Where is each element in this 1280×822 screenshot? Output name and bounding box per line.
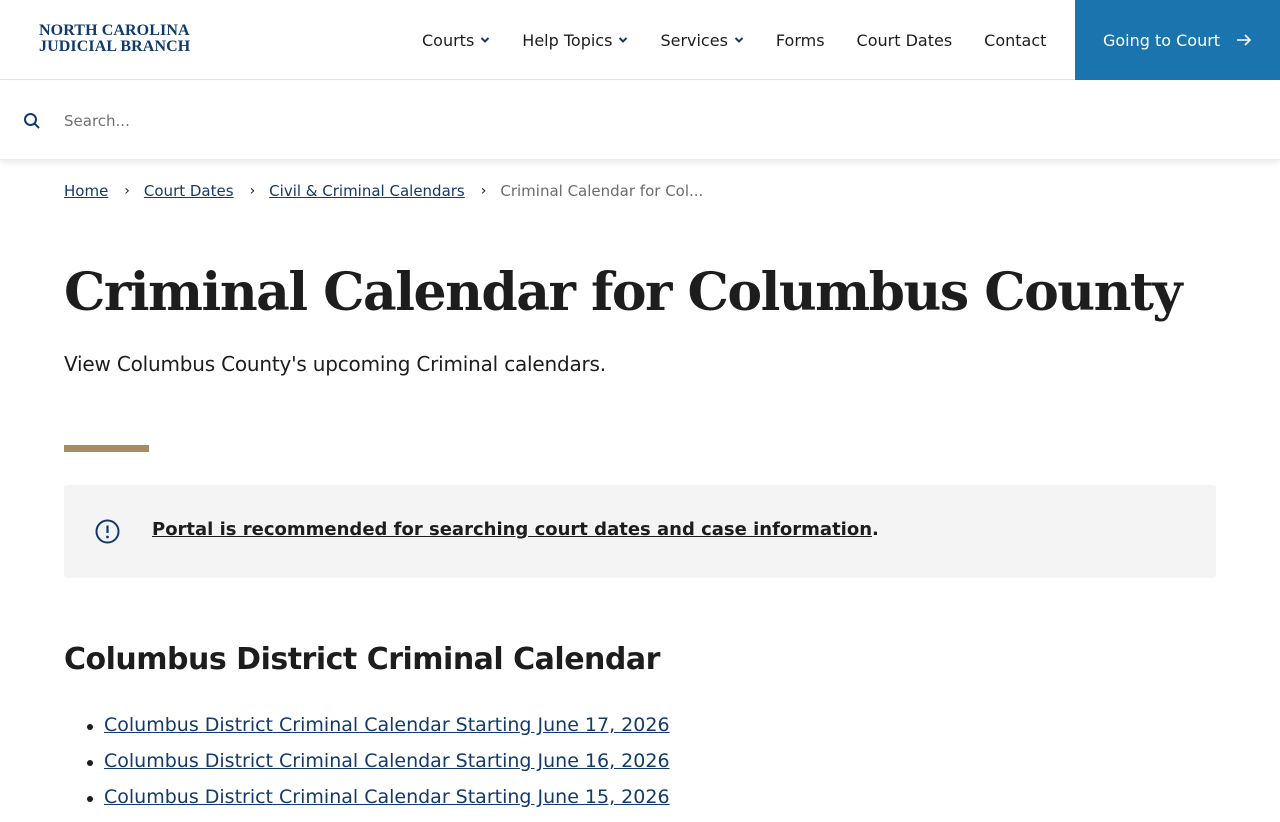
nav-services-label: Services <box>660 30 728 50</box>
list-item: Columbus District Criminal Calendar Star… <box>87 786 670 822</box>
nav-contact[interactable]: Contact <box>984 31 1046 50</box>
nav-court-dates[interactable]: Court Dates <box>857 31 953 50</box>
info-alert: Portal is recommended for searching cour… <box>64 485 1216 578</box>
breadcrumb-court-dates[interactable]: Court Dates <box>144 182 234 200</box>
site-header: NORTH CAROLINA JUDICIAL BRANCH Courts He… <box>0 0 1280 80</box>
breadcrumb-current: Criminal Calendar for Col... <box>500 182 704 200</box>
nav-courts[interactable]: Courts <box>422 31 490 50</box>
nav-help-topics-label: Help Topics <box>522 30 613 50</box>
nav-forms-label: Forms <box>775 30 825 50</box>
alert-circle-icon <box>95 519 120 544</box>
list-item: Columbus District Criminal Calendar Star… <box>87 750 670 786</box>
page-subtitle: View Columbus County's upcoming Criminal… <box>64 352 606 376</box>
chevron-right-icon: › <box>124 183 130 199</box>
nav-court-dates-label: Court Dates <box>856 30 953 50</box>
chevron-down-icon <box>734 37 744 43</box>
section-title: Columbus District Criminal Calendar <box>64 642 660 677</box>
calendar-link[interactable]: Columbus District Criminal Calendar Star… <box>104 786 670 808</box>
chevron-down-icon <box>481 37 490 43</box>
nav-forms[interactable]: Forms <box>776 31 825 50</box>
main-nav: Courts Help Topics Services Forms Court … <box>422 0 1046 80</box>
chevron-down-icon <box>619 37 628 43</box>
search-bar <box>0 81 1280 160</box>
accent-divider <box>64 445 149 452</box>
nav-services[interactable]: Services <box>660 30 744 50</box>
calendar-list: Columbus District Criminal Calendar Star… <box>87 714 670 822</box>
site-logo[interactable]: NORTH CAROLINA JUDICIAL BRANCH <box>39 23 190 55</box>
list-item: Columbus District Criminal Calendar Star… <box>87 714 670 750</box>
arrow-right-icon <box>1237 34 1252 46</box>
calendar-link[interactable]: Columbus District Criminal Calendar Star… <box>104 714 670 736</box>
chevron-right-icon: › <box>480 183 487 199</box>
calendar-link[interactable]: Columbus District Criminal Calendar Star… <box>104 750 670 772</box>
chevron-right-icon: › <box>249 183 256 199</box>
nav-courts-label: Courts <box>422 30 475 50</box>
going-to-court-label: Going to Court <box>1102 30 1221 50</box>
breadcrumb: Home › Court Dates › Civil & Criminal Ca… <box>64 182 703 200</box>
portal-link[interactable]: Portal is recommended for searching cour… <box>152 519 872 540</box>
nav-help-topics[interactable]: Help Topics <box>522 31 628 50</box>
logo-line-1: NORTH CAROLINA <box>39 22 190 39</box>
search-icon[interactable] <box>23 112 41 130</box>
logo-line-2: JUDICIAL BRANCH <box>39 38 191 55</box>
breadcrumb-home[interactable]: Home <box>64 182 108 200</box>
search-input[interactable] <box>64 105 1214 137</box>
alert-trailing: . <box>872 519 879 540</box>
nav-contact-label: Contact <box>984 30 1047 50</box>
page-title: Criminal Calendar for Columbus County <box>64 262 1183 323</box>
going-to-court-button[interactable]: Going to Court <box>1075 0 1280 80</box>
alert-text: Portal is recommended for searching cour… <box>152 519 879 540</box>
breadcrumb-civil-criminal-calendars[interactable]: Civil & Criminal Calendars <box>269 182 465 200</box>
